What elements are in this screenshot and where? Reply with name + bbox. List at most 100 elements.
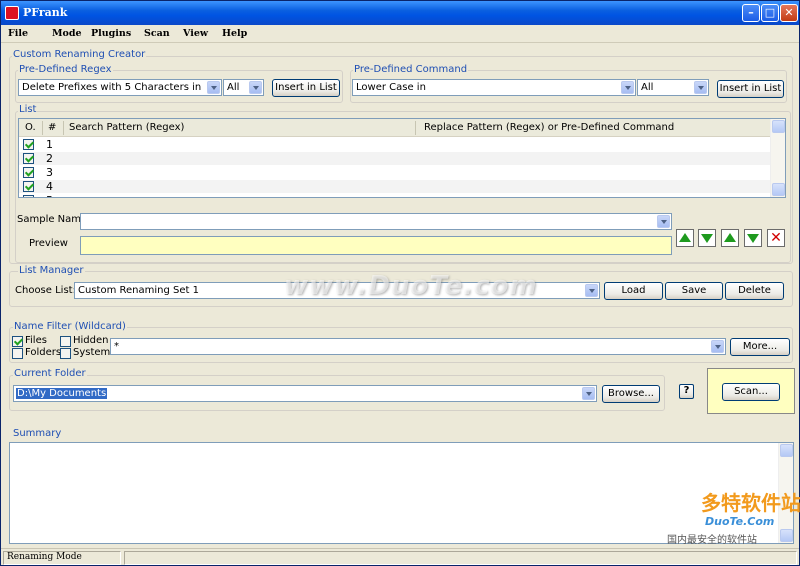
row-checkbox[interactable]: [23, 181, 34, 192]
move-up-button[interactable]: [721, 229, 739, 247]
command-group-label: Pre-Defined Command: [353, 64, 469, 75]
scroll-up-icon[interactable]: [772, 120, 785, 133]
list-header: O. # Search Pattern (Regex) Replace Patt…: [19, 119, 771, 137]
logo-title: 多特软件站: [701, 491, 800, 515]
menu-bar: File Mode Plugins Scan View Help: [1, 25, 799, 43]
sample-name-label: Sample Name: [17, 214, 88, 225]
move-top-button[interactable]: [676, 229, 694, 247]
chevron-down-icon: [694, 81, 707, 94]
choose-list-label: Choose List:: [15, 285, 76, 296]
status-mode-cell: Renaming Mode: [3, 551, 121, 565]
regex-scope-select[interactable]: All: [223, 79, 264, 96]
save-button[interactable]: Save: [665, 282, 723, 300]
command-select-value: Lower Case in: [356, 82, 426, 93]
list-row[interactable]: 2: [19, 152, 771, 165]
maximize-button[interactable]: □: [761, 4, 779, 22]
menu-file[interactable]: File: [8, 28, 28, 39]
list-row[interactable]: 4: [19, 180, 771, 193]
creator-group-label: Custom Renaming Creator: [12, 49, 147, 60]
scan-panel: Scan...: [707, 368, 795, 414]
files-checkbox[interactable]: [12, 336, 23, 347]
regex-select[interactable]: Delete Prefixes with 5 Characters in: [18, 79, 222, 96]
hidden-checkbox[interactable]: [60, 336, 71, 347]
load-button[interactable]: Load: [604, 282, 663, 300]
chevron-down-icon: [711, 340, 724, 353]
menu-scan[interactable]: Scan: [144, 28, 170, 39]
chevron-down-icon: [657, 215, 670, 228]
minimize-button[interactable]: –: [742, 4, 760, 22]
list-row[interactable]: 1: [19, 138, 771, 151]
list-scrollbar[interactable]: [770, 119, 785, 197]
name-filter-label: Name Filter (Wildcard): [13, 321, 127, 332]
system-checkbox[interactable]: [60, 348, 71, 359]
regex-group-label: Pre-Defined Regex: [18, 64, 113, 75]
command-select[interactable]: Lower Case in: [352, 79, 636, 96]
move-down-button[interactable]: [744, 229, 762, 247]
regex-insert-button[interactable]: Insert in List: [272, 79, 340, 97]
status-bar: Renaming Mode: [1, 548, 799, 566]
pattern-list[interactable]: O. # Search Pattern (Regex) Replace Patt…: [18, 118, 786, 198]
row-checkbox[interactable]: [23, 139, 34, 150]
logo-site: DuoTe.Com: [705, 515, 775, 528]
menu-mode[interactable]: Mode: [52, 28, 82, 39]
regex-scope-value: All: [227, 82, 240, 93]
filter-pattern-select[interactable]: *: [110, 338, 726, 355]
column-order[interactable]: O.: [25, 122, 36, 133]
menu-help[interactable]: Help: [222, 28, 247, 39]
minimize-icon: –: [748, 6, 754, 19]
row-checkbox[interactable]: [23, 195, 34, 197]
status-mode: Renaming Mode: [7, 552, 82, 562]
help-button[interactable]: ?: [679, 384, 694, 399]
folder-path-value: D:\My Documents: [16, 388, 108, 399]
chevron-down-icon: [621, 81, 634, 94]
summary-label: Summary: [12, 428, 63, 439]
list-group-label: List: [18, 104, 38, 115]
list-row[interactable]: 3: [19, 166, 771, 179]
filter-pattern-value: *: [114, 341, 119, 352]
browse-button[interactable]: Browse...: [602, 385, 660, 403]
status-info-cell: [124, 551, 797, 565]
scroll-up-icon[interactable]: [780, 444, 793, 457]
delete-icon: ✕: [770, 230, 782, 246]
row-checkbox[interactable]: [23, 167, 34, 178]
chevron-down-icon: [582, 387, 595, 400]
app-window: PFrank – □ ✕ File Mode Plugins Scan View…: [0, 0, 800, 566]
command-scope-value: All: [641, 82, 654, 93]
delete-button[interactable]: Delete: [725, 282, 784, 300]
scan-button[interactable]: Scan...: [722, 383, 780, 401]
command-scope-select[interactable]: All: [637, 79, 709, 96]
current-folder-label: Current Folder: [13, 368, 87, 379]
folders-checkbox[interactable]: [12, 348, 23, 359]
list-row[interactable]: 5: [19, 194, 771, 197]
hidden-label: Hidden: [73, 335, 109, 346]
files-label: Files: [25, 335, 47, 346]
move-bottom-button[interactable]: [698, 229, 716, 247]
scroll-down-icon[interactable]: [772, 183, 785, 196]
title-bar[interactable]: PFrank – □ ✕: [1, 1, 799, 25]
folder-path-select[interactable]: D:\My Documents: [13, 385, 597, 402]
watermark: www.DuoTe.com: [284, 271, 538, 301]
more-button[interactable]: More...: [730, 338, 790, 356]
menu-view[interactable]: View: [183, 28, 208, 39]
row-number: 5: [46, 194, 53, 197]
row-number: 2: [46, 152, 53, 165]
delete-row-button[interactable]: ✕: [767, 229, 785, 247]
maximize-icon: □: [764, 6, 776, 19]
duote-logo: 多特软件站 DuoTe.Com 国内最安全的软件站: [667, 487, 800, 547]
chevron-down-icon: [585, 284, 598, 297]
chevron-down-icon: [207, 81, 220, 94]
command-insert-button[interactable]: Insert in List: [717, 80, 784, 98]
row-checkbox[interactable]: [23, 153, 34, 164]
window-title: PFrank: [23, 6, 68, 19]
close-button[interactable]: ✕: [780, 4, 798, 22]
menu-plugins[interactable]: Plugins: [91, 28, 131, 39]
row-number: 4: [46, 180, 53, 193]
folders-label: Folders: [25, 347, 62, 358]
preview-label: Preview: [29, 238, 68, 249]
column-replace-pattern[interactable]: Replace Pattern (Regex) or Pre-Defined C…: [424, 122, 674, 133]
logo-slogan: 国内最安全的软件站: [667, 535, 757, 546]
column-search-pattern[interactable]: Search Pattern (Regex): [69, 122, 184, 133]
sample-name-input[interactable]: [80, 213, 672, 230]
regex-select-value: Delete Prefixes with 5 Characters in: [22, 82, 202, 93]
column-number[interactable]: #: [48, 122, 56, 133]
